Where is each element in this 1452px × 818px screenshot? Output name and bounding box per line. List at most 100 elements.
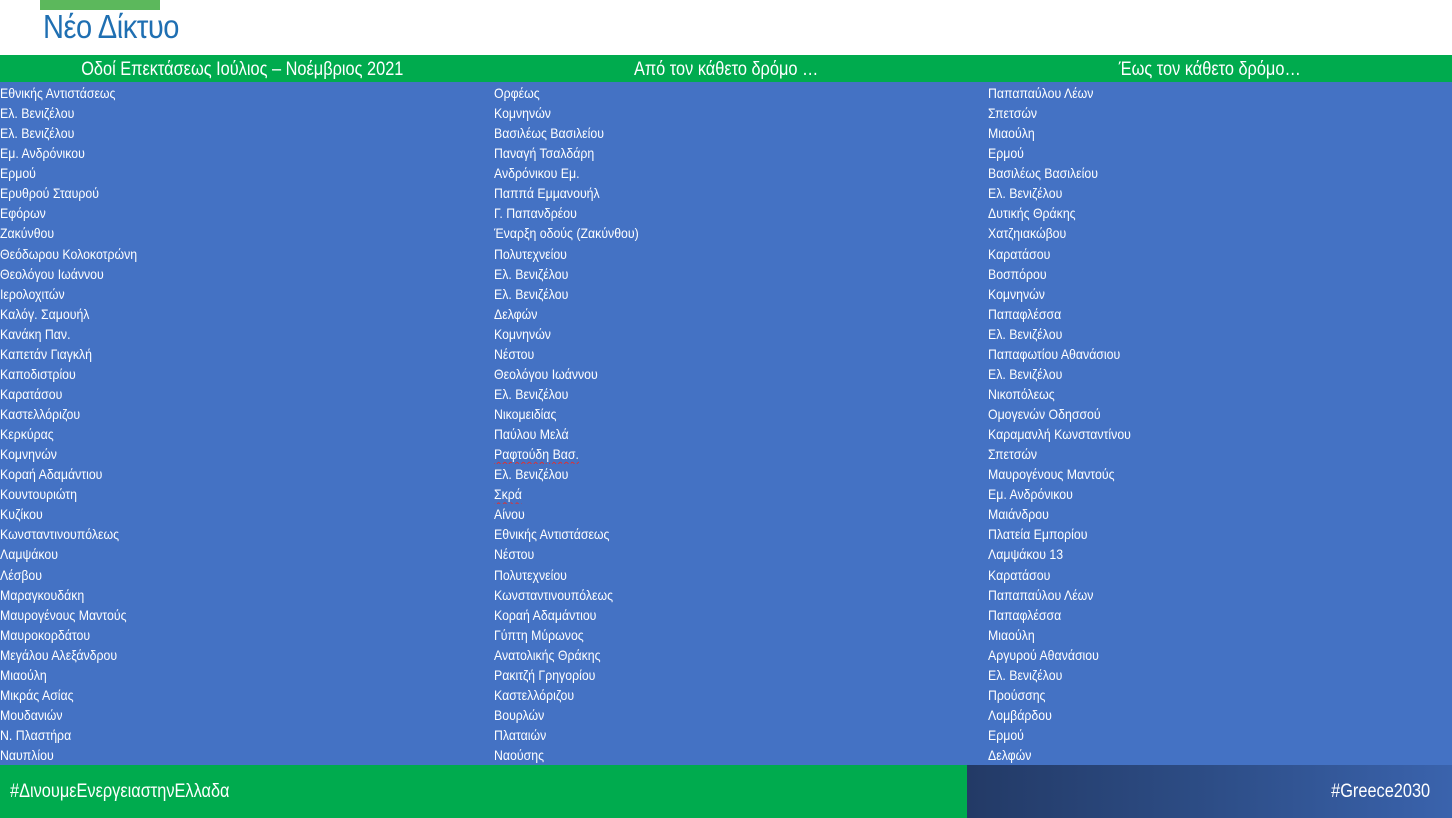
cell-to-street: Μαυρογένους Μαντούς: [988, 466, 1115, 483]
cell-to-street: Δελφών: [988, 747, 1032, 764]
cell-from-street: Ραφτούδη Βασ.: [494, 446, 579, 463]
table-row: Ζακύνθου Έναρξη οδούς (Ζακύνθου) Χατζηιακώ…: [0, 223, 1452, 243]
cell-street: Ιερολοχιτών: [0, 285, 65, 302]
cell-to-street: Μιαούλη: [988, 626, 1035, 643]
cell-from-street: Ανδρόνικου Εμ.: [494, 165, 580, 182]
cell-street: Ελ. Βενιζέλου: [0, 105, 75, 122]
table-row: Καποδιστρίου Θεολόγου Ιωάννου Ελ. Βενιζέλο…: [0, 364, 1452, 384]
cell-to-street: Ερμού: [988, 727, 1024, 743]
cell-to-street: Μαιάνδρου: [988, 506, 1049, 523]
cell-from-street: Ναούσης: [494, 747, 545, 764]
cell-from-street: Νέστου: [494, 345, 535, 362]
table-row: Μαυροκορδάτου Γύπτη Μύρωνος Μιαούλη: [0, 625, 1452, 645]
cell-to-street: Αργυρού Αθανάσιου: [988, 646, 1099, 663]
cell-from-street: Βασιλέως Βασιλείου: [494, 125, 604, 142]
cell-from-street: Πολυτεχνείου: [494, 245, 567, 262]
table-row: Κωνσταντινουπόλεως Εθνικής Αντιστάσεως Πλα…: [0, 524, 1452, 544]
table-row: Κερκύρας Παύλου Μελά Καραμανλή Κωνσταντίνο…: [0, 424, 1452, 444]
cell-to-street: Δυτικής Θράκης: [988, 205, 1076, 222]
table-row: Ελ. Βενιζέλου Κομνηνών Σπετσών: [0, 103, 1452, 123]
footer-left-banner: #ΔινουμεΕνεργειαστηνΕλλαδα: [0, 765, 967, 818]
table-row: Κομνηνών Ραφτούδη Βασ. Σπετσών: [0, 444, 1452, 464]
cell-to-street: Εμ. Ανδρόνικου: [988, 486, 1073, 503]
cell-street: Μαυροκορδάτου: [0, 626, 91, 643]
cell-to-street: Πλατεία Εμπορίου: [988, 526, 1088, 543]
cell-street: Μουδανιών: [0, 706, 63, 723]
cell-from-street: Κοραή Αδαμάντιου: [494, 606, 597, 623]
cell-from-street: Γ. Παπανδρέου: [494, 205, 577, 222]
cell-to-street: Καρατάσου: [988, 245, 1051, 262]
cell-street: Λαμψάκου: [0, 546, 58, 563]
cell-to-street: Βασιλέως Βασιλείου: [988, 165, 1098, 182]
cell-street: Καπετάν Γιαγκλή: [0, 345, 93, 362]
cell-street: Ελ. Βενιζέλου: [0, 125, 75, 142]
cell-street: Μιαούλη: [0, 666, 47, 683]
cell-to-street: Νικοπόλεως: [988, 385, 1055, 402]
cell-street: Λέσβου: [0, 566, 43, 583]
cell-street: Κοραή Αδαμάντιου: [0, 466, 103, 483]
cell-from-street: Βουρλών: [494, 706, 545, 723]
table-row: Μεγάλου Αλεξάνδρου Ανατολικής Θράκης Αργυρ…: [0, 645, 1452, 665]
footer-hashtag-greek: #ΔινουμεΕνεργειαστηνΕλλαδα: [10, 781, 230, 802]
header-to-street: Έως τον κάθετο δρόμο…: [1119, 59, 1301, 80]
table-row: Μικράς Ασίας Καστελλόριζου Προύσσης: [0, 685, 1452, 705]
cell-street: Κουντουριώτη: [0, 486, 78, 503]
cell-street: Θεολόγου Ιωάννου: [0, 265, 104, 282]
table-row: Ναυπλίου Ναούσης Δελφών: [0, 745, 1452, 765]
cell-from-street: Νικομειδίας: [494, 406, 557, 422]
header-from-street: Από τον κάθετο δρόμο …: [633, 59, 819, 80]
cell-to-street: Ελ. Βενιζέλου: [988, 666, 1063, 683]
cell-from-street: Ελ. Βενιζέλου: [494, 466, 569, 483]
table-row: Μιαούλη Ρακιτζή Γρηγορίου Ελ. Βενιζέλου: [0, 665, 1452, 685]
header-street-extensions: Οδοί Επεκτάσεως Ιούλιος – Νοέμβριος 2021: [80, 59, 404, 80]
table-row: Κανάκη Παν. Κομνηνών Ελ. Βενιζέλου: [0, 324, 1452, 344]
table-row: Καρατάσου Ελ. Βενιζέλου Νικοπόλεως: [0, 384, 1452, 404]
cell-from-street: Σκρά: [494, 486, 522, 503]
cell-street: Κυζίκου: [0, 506, 43, 523]
cell-to-street: Σπετσών: [988, 105, 1038, 122]
cell-from-street: Καστελλόριζου: [494, 686, 575, 703]
cell-street: Κωνσταντινουπόλεως: [0, 526, 120, 543]
cell-street: Κανάκη Παν.: [0, 325, 71, 342]
cell-from-street: Ρακιτζή Γρηγορίου: [494, 666, 596, 683]
cell-to-street: Λομβάρδου: [988, 706, 1052, 723]
cell-from-street: Κωνσταντινουπόλεως: [494, 586, 614, 603]
cell-to-street: Παπαφλέσσα: [988, 305, 1062, 322]
cell-from-street: Ορφέως: [494, 85, 540, 101]
cell-from-street: Παππά Εμμανουήλ: [494, 185, 600, 202]
cell-street: Ν. Πλαστήρα: [0, 727, 72, 743]
cell-to-street: Παπαφλέσσα: [988, 606, 1062, 623]
cell-street: Εφόρων: [0, 205, 46, 222]
cell-from-street: Ελ. Βενιζέλου: [494, 285, 569, 302]
cell-to-street: Παπαφωτίου Αθανάσιου: [988, 345, 1121, 362]
table-row: Κουντουριώτη Σκρά Εμ. Ανδρόνικου: [0, 484, 1452, 504]
cell-from-street: Θεολόγου Ιωάννου: [494, 365, 598, 382]
cell-from-street: Πλαταιών: [494, 727, 547, 743]
cell-from-street: Ελ. Βενιζέλου: [494, 265, 569, 282]
cell-to-street: Καραμανλή Κωνσταντίνου: [988, 426, 1131, 443]
cell-street: Μαραγκουδάκη: [0, 586, 85, 603]
table-row: Λαμψάκου Νέστου Λαμψάκου 13: [0, 544, 1452, 564]
table-row: Εθνικής Αντιστάσεως Ορφέως Παπαπαύλου Λέων: [0, 83, 1452, 103]
table-row: Μουδανιών Βουρλών Λομβάρδου: [0, 705, 1452, 725]
table-row: Θεολόγου Ιωάννου Ελ. Βενιζέλου Βοσπόρου: [0, 264, 1452, 284]
cell-street: Μεγάλου Αλεξάνδρου: [0, 646, 118, 663]
table-row: Ερμού Ανδρόνικου Εμ. Βασιλέως Βασιλείου: [0, 163, 1452, 183]
table-row: Καπετάν Γιαγκλή Νέστου Παπαφωτίου Αθανάσιο…: [0, 344, 1452, 364]
cell-from-street: Έναρξη οδούς (Ζακύνθου): [494, 225, 639, 242]
cell-from-street: Κομνηνών: [494, 325, 551, 342]
cell-to-street: Καρατάσου: [988, 566, 1051, 583]
table-row: Μαυρογένους Μαντούς Κοραή Αδαμάντιου Παπαφ…: [0, 605, 1452, 625]
cell-from-street: Παναγή Τσαλδάρη: [494, 145, 595, 162]
cell-to-street: Κομνηνών: [988, 285, 1045, 302]
table-row: Θεόδωρου Κολοκοτρώνη Πολυτεχνείου Καρατάσο…: [0, 244, 1452, 264]
cell-to-street: Προύσσης: [988, 686, 1046, 703]
cell-to-street: Παπαπαύλου Λέων: [988, 586, 1094, 603]
footer-right-banner: #Greece2030: [967, 765, 1452, 818]
cell-from-street: Αίνου: [494, 506, 525, 523]
cell-street: Ζακύνθου: [0, 225, 55, 242]
cell-to-street: Ομογενών Οδησσού: [988, 406, 1101, 422]
table-row: Ελ. Βενιζέλου Βασιλέως Βασιλείου Μιαούλη: [0, 123, 1452, 143]
table-row: Καλόγ. Σαμουήλ Δελφών Παπαφλέσσα: [0, 304, 1452, 324]
cell-from-street: Πολυτεχνείου: [494, 566, 567, 583]
